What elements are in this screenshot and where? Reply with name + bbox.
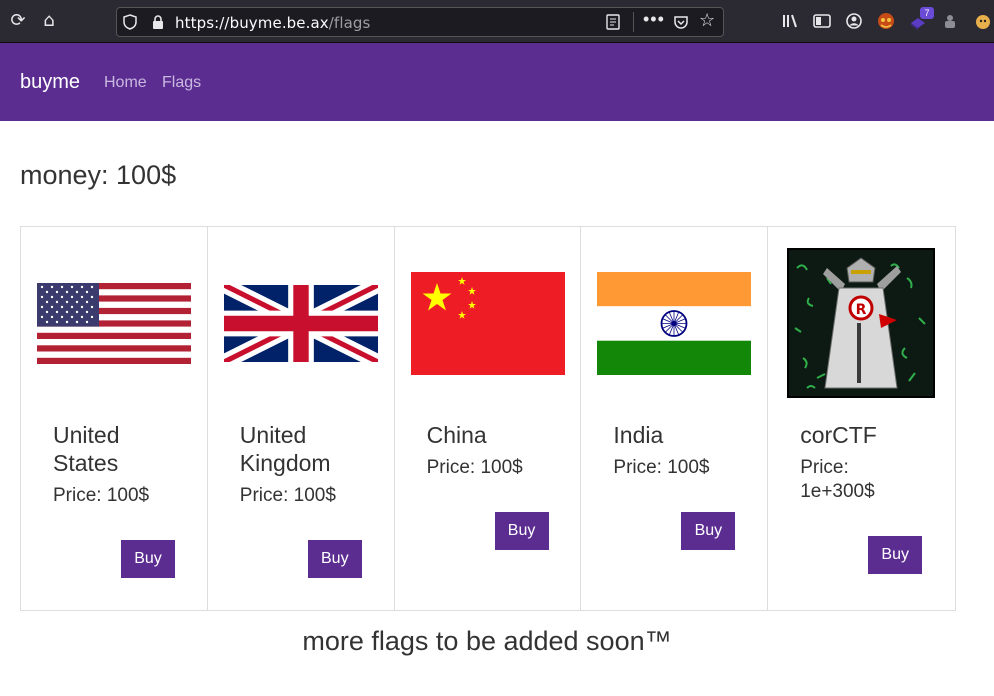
flag-name: United States [53,422,120,476]
browser-toolbar: ⟳ ⌂ https://buyme.be.ax/flags ••• ☆ 7 [0,0,994,43]
flag-card-china: China Price: 100$ Buy [395,227,582,610]
url-path: /flags [328,14,371,32]
money-balance: money: 100$ [20,160,177,190]
footer-note: more flags to be added soon™ [302,626,672,656]
extension-puzzle-icon[interactable] [940,11,960,31]
us-flag-image [37,283,191,364]
home-icon[interactable]: ⌂ [38,10,60,32]
flag-price: Price: 100$ [239,485,336,506]
address-bar[interactable]: https://buyme.be.ax/flags ••• ☆ [116,7,724,37]
buy-button-india[interactable]: Buy [681,512,736,550]
extension-hamster-icon[interactable] [972,11,992,31]
extension-fox-icon[interactable] [876,11,896,31]
urlbar-divider [633,12,634,32]
account-icon[interactable] [844,11,864,31]
nav-link-flags[interactable]: Flags [162,74,201,92]
tracking-protection-icon[interactable] [123,14,137,30]
brand-link[interactable]: buyme [20,71,80,94]
flag-name: China [426,422,487,448]
buy-button-corctf[interactable]: Buy [868,536,923,574]
flag-name: United Kingdom [239,422,331,476]
flag-price: Price: 100$ [613,457,710,478]
url-host: https://buyme.be.ax [175,14,329,32]
flag-price: Price: 100$ [426,457,523,478]
svg-text:R: R [856,302,867,318]
flag-card-united-states: United States Price: 100$ Buy [21,227,208,610]
buy-button-united-states[interactable]: Buy [121,540,175,578]
flag-price: Price: 1e+300$ [800,457,875,502]
india-flag-image [597,272,752,375]
buy-button-united-kingdom[interactable]: Buy [307,540,362,578]
nav-link-home[interactable]: Home [104,74,147,92]
pocket-icon[interactable] [673,14,689,30]
buy-button-china[interactable]: Buy [494,512,549,550]
flag-name: India [613,422,664,448]
url-text[interactable]: https://buyme.be.ax/flags [175,14,370,32]
corctf-flag-image: R [787,248,936,398]
reload-icon[interactable]: ⟳ [7,10,29,32]
flag-cards: United States Price: 100$ Buy United Kin… [20,226,956,611]
flag-name: corCTF [800,422,877,448]
china-flag-image [410,272,565,375]
flag-price: Price: 100$ [53,485,150,506]
extension-badge: 7 [920,7,934,19]
reader-view-icon[interactable] [605,14,621,30]
lock-icon[interactable] [151,14,165,30]
uk-flag-image [223,285,378,362]
sidebar-icon[interactable] [812,11,832,31]
flag-card-united-kingdom: United Kingdom Price: 100$ Buy [208,227,395,610]
library-icon[interactable] [780,11,800,31]
flag-card-corctf: R corCTF Price: 1e+300$ Buy [768,227,955,610]
flag-card-india: India Price: 100$ Buy [581,227,769,610]
site-navbar: buyme Home Flags [0,43,994,121]
more-actions-icon[interactable]: ••• [643,9,665,30]
bookmark-star-icon[interactable]: ☆ [699,10,715,31]
